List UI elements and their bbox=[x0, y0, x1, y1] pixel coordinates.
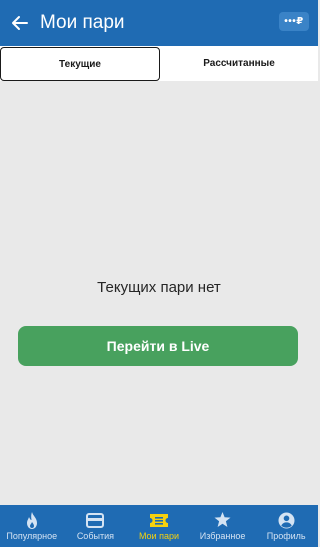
tab-settled[interactable]: Рассчитанные bbox=[160, 46, 318, 81]
ticket-icon bbox=[149, 513, 168, 527]
tab-current[interactable]: Текущие bbox=[0, 47, 160, 81]
star-icon bbox=[214, 512, 231, 527]
bets-content: Текущих пари нет Перейти в Live bbox=[0, 81, 318, 505]
nav-item-my-bets[interactable]: Мои пари bbox=[127, 505, 191, 547]
nav-item-label: Профиль bbox=[266, 531, 306, 541]
nav-item-profile[interactable]: Профиль bbox=[254, 505, 318, 547]
arrow-left-icon bbox=[12, 16, 28, 30]
profile-icon bbox=[278, 512, 295, 528]
nav-item-label: Избранное bbox=[199, 531, 246, 541]
nav-item-favorites[interactable]: Избранное bbox=[191, 505, 255, 547]
nav-item-label: События bbox=[76, 531, 114, 541]
bottom-navigation: Популярное События Мои пари Избранное Пр… bbox=[0, 505, 318, 547]
go-to-live-button[interactable]: Перейти в Live bbox=[18, 326, 298, 366]
card-icon bbox=[86, 512, 105, 528]
page-title: Мои пари bbox=[40, 12, 125, 33]
bets-tabs: Текущие Рассчитанные bbox=[0, 46, 318, 81]
nav-item-label: Мои пари bbox=[138, 531, 179, 541]
top-app-bar: Мои пари •••₽ bbox=[0, 0, 318, 46]
nav-item-label: Популярное bbox=[6, 531, 58, 541]
empty-state-message: Текущих пари нет bbox=[97, 279, 221, 296]
flame-icon bbox=[26, 511, 37, 529]
nav-item-events[interactable]: События bbox=[64, 505, 128, 547]
balance-button[interactable]: •••₽ bbox=[279, 12, 309, 31]
back-button[interactable] bbox=[0, 0, 40, 46]
nav-item-popular[interactable]: Популярное bbox=[0, 505, 64, 547]
